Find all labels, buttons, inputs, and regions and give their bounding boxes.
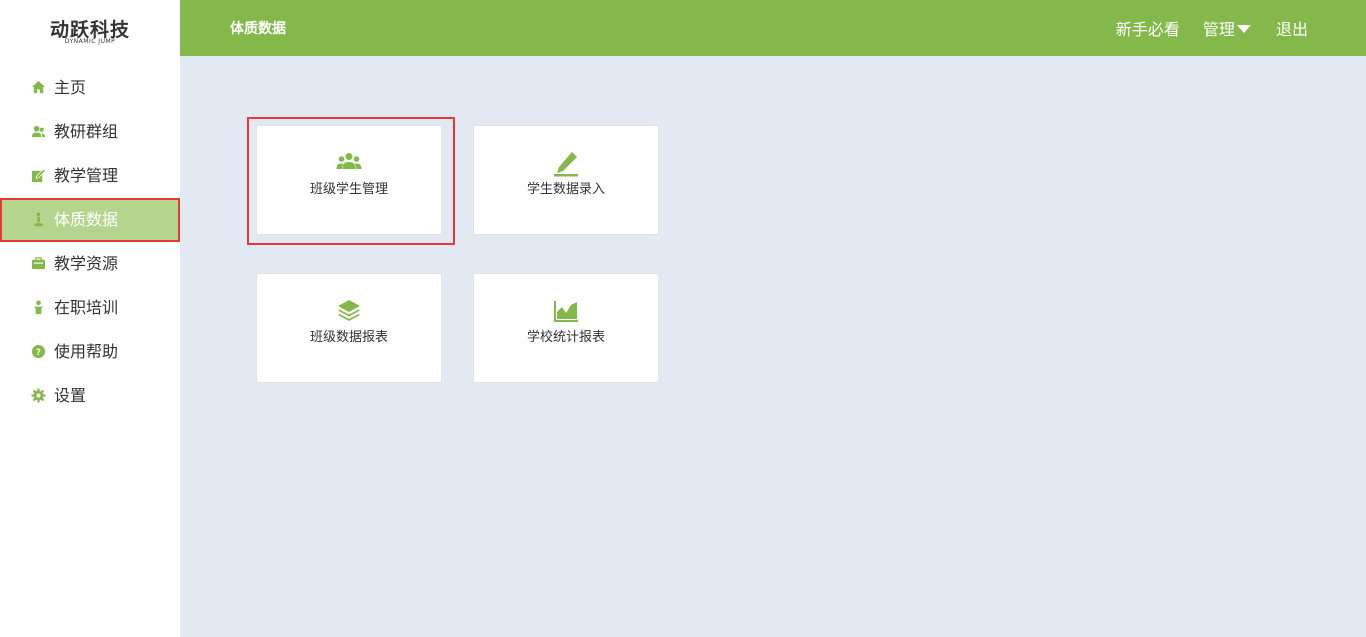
edit-icon	[31, 168, 46, 183]
sidebar-item-training[interactable]: 在职培训	[0, 286, 180, 330]
sidebar-item-label: 教研群组	[54, 122, 119, 141]
gear-icon	[31, 388, 46, 403]
card-student-data-entry[interactable]: 学生数据录入	[473, 125, 659, 235]
card-school-statistics-report[interactable]: 学校统计报表	[473, 273, 659, 383]
sidebar-item-teaching[interactable]: 教学管理	[0, 154, 180, 198]
sidebar-item-settings[interactable]: 设置	[0, 374, 180, 418]
briefcase-icon	[31, 257, 46, 270]
card-class-data-report[interactable]: 班级数据报表	[256, 273, 442, 383]
top-links: 新手必看 管理 退出	[1116, 16, 1308, 40]
sidebar-nav: 主页 教研群组 教学管理 体质数据 教学资源 在职培训 ? 使用帮助 设置	[0, 66, 180, 418]
page-title: 体质数据	[230, 21, 286, 37]
manage-menu-label: 管理	[1202, 20, 1235, 39]
caret-down-icon	[1236, 24, 1251, 33]
top-bar: 体质数据 新手必看 管理 退出	[180, 0, 1366, 56]
runner-icon	[33, 212, 44, 227]
beginner-guide-link[interactable]: 新手必看	[1116, 20, 1180, 39]
sidebar-item-home[interactable]: 主页	[0, 66, 180, 110]
manage-menu[interactable]: 管理	[1203, 20, 1251, 39]
sidebar-item-label: 使用帮助	[54, 342, 119, 361]
card-label: 学校统计报表	[526, 330, 605, 345]
area-chart-icon	[554, 301, 578, 322]
person-icon	[33, 300, 44, 315]
users-icon	[31, 125, 46, 138]
sidebar-item-resources[interactable]: 教学资源	[0, 242, 180, 286]
sidebar: 动跃科技 DYNAMIC JUMP 主页 教研群组 教学管理 体质数据 教学资源…	[0, 0, 180, 637]
logo[interactable]: 动跃科技 DYNAMIC JUMP	[0, 0, 180, 56]
logout-link[interactable]: 退出	[1276, 20, 1308, 39]
sidebar-item-help[interactable]: ? 使用帮助	[0, 330, 180, 374]
sidebar-item-label: 体质数据	[54, 210, 119, 229]
sidebar-item-label: 主页	[54, 78, 87, 97]
sidebar-item-label: 教学资源	[54, 254, 119, 273]
pencil-icon	[554, 152, 578, 177]
help-icon: ?	[31, 344, 46, 359]
sidebar-item-label: 设置	[54, 386, 87, 405]
selection-highlight	[247, 117, 455, 245]
sidebar-item-label: 在职培训	[54, 298, 119, 317]
sidebar-item-fitness-data[interactable]: 体质数据	[0, 198, 180, 242]
home-icon	[31, 80, 46, 94]
sidebar-item-groups[interactable]: 教研群组	[0, 110, 180, 154]
card-label: 学生数据录入	[526, 182, 605, 197]
card-label: 班级数据报表	[309, 330, 388, 345]
layers-icon	[338, 300, 360, 321]
svg-text:?: ?	[36, 347, 41, 357]
sidebar-item-label: 教学管理	[54, 166, 119, 185]
logo-subtitle: DYNAMIC JUMP	[64, 38, 116, 45]
